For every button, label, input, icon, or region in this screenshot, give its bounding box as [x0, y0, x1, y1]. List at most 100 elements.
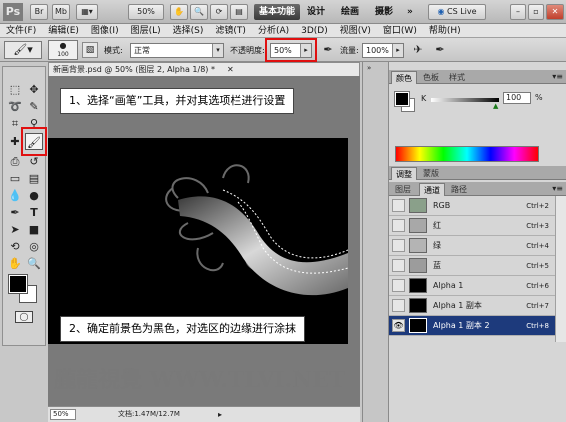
document-tab[interactable]: 新画背景.psd @ 50% (图层 2, Alpha 1/8) * ✕ [48, 62, 360, 76]
menu-analysis[interactable]: 分析(A) [252, 24, 295, 37]
type-tool-icon[interactable]: T [25, 204, 43, 221]
tool-preset-picker[interactable]: 🖌▾ [4, 41, 42, 59]
document-info[interactable]: 文档:1.47M/12.7M [118, 408, 180, 421]
clone-stamp-tool-icon[interactable]: ⎙ [6, 153, 24, 170]
channel-row-green[interactable]: 绿 Ctrl+4 [389, 236, 555, 256]
blur-tool-icon[interactable]: 💧 [6, 187, 24, 204]
menu-select[interactable]: 选择(S) [167, 24, 210, 37]
channel-row-alpha1-copy2[interactable]: 👁 Alpha 1 副本 2 Ctrl+8 [389, 316, 555, 336]
move-tool-icon[interactable]: ✥ [25, 81, 43, 98]
canvas[interactable] [48, 138, 348, 344]
menu-window[interactable]: 窗口(W) [377, 24, 423, 37]
tab-color[interactable]: 颜色 [391, 71, 417, 84]
shape-tool-icon[interactable]: ■ [25, 221, 43, 238]
visibility-toggle[interactable] [392, 259, 405, 272]
k-unit: % [535, 93, 543, 102]
blend-mode-select[interactable]: 正常 ▾ [130, 43, 224, 58]
menu-file[interactable]: 文件(F) [0, 24, 42, 37]
channel-name: Alpha 1 副本 2 [433, 321, 490, 330]
brush-panel-toggle-icon[interactable]: ▧ [82, 42, 98, 58]
tab-channels[interactable]: 通道 [419, 183, 445, 196]
k-slider-handle-icon[interactable]: ▲ [493, 102, 498, 110]
history-brush-tool-icon[interactable]: ↺ [25, 153, 43, 170]
marquee-tool-icon[interactable]: ⬚ [6, 81, 24, 98]
tab-layers[interactable]: 图层 [391, 183, 415, 196]
menu-image[interactable]: 图像(I) [85, 24, 125, 37]
color-spectrum-ramp[interactable] [395, 146, 539, 162]
bridge-button[interactable]: Br [30, 4, 48, 20]
channel-row-rgb[interactable]: RGB Ctrl+2 [389, 196, 555, 216]
k-slider[interactable] [431, 98, 499, 102]
cs-live-label: CS Live [446, 7, 477, 16]
eraser-tool-icon[interactable]: ▭ [6, 170, 24, 187]
close-document-icon[interactable]: ✕ [227, 63, 234, 77]
close-button[interactable]: ✕ [546, 4, 564, 20]
flow-slider-arrow-icon[interactable]: ▸ [392, 44, 403, 57]
tab-swatches[interactable]: 色板 [419, 71, 443, 84]
menu-layer[interactable]: 图层(L) [125, 24, 167, 37]
menu-view[interactable]: 视图(V) [334, 24, 377, 37]
visibility-toggle[interactable] [392, 299, 405, 312]
channel-row-alpha1[interactable]: Alpha 1 Ctrl+6 [389, 276, 555, 296]
hand-tool-icon[interactable]: ✋ [6, 255, 24, 272]
arrange-documents-button[interactable]: ▤ [230, 4, 248, 20]
minibridge-button[interactable]: Mb [52, 4, 70, 20]
quick-mask-icon[interactable]: ◯ [15, 311, 33, 323]
visibility-eye-icon[interactable]: 👁 [392, 319, 405, 332]
gradient-tool-icon[interactable]: ▤ [25, 170, 43, 187]
menu-help[interactable]: 帮助(H) [423, 24, 467, 37]
tab-masks[interactable]: 蒙版 [419, 167, 443, 180]
tablet-pressure-opacity-icon[interactable]: ✒ [320, 42, 336, 58]
rotate-view-icon[interactable]: ⟳ [210, 4, 228, 20]
flow-field[interactable]: 100% ▸ [362, 43, 404, 58]
3d-rotate-tool-icon[interactable]: ⟲ [6, 238, 24, 255]
3d-orbit-tool-icon[interactable]: ◎ [25, 238, 43, 255]
visibility-toggle[interactable] [392, 279, 405, 292]
panel-menu-icon[interactable]: ▾≡ [552, 72, 563, 81]
mode-label: 模式: [104, 46, 123, 55]
quick-selection-tool-icon[interactable]: ✎ [25, 98, 43, 115]
menu-3d[interactable]: 3D(D) [295, 24, 334, 37]
workspace-photography[interactable]: 摄影 [370, 4, 398, 20]
hand-tool-icon[interactable]: ✋ [170, 4, 188, 20]
workspace-more[interactable]: » [402, 4, 418, 20]
workspace-painting[interactable]: 绘画 [336, 4, 364, 20]
channel-row-blue[interactable]: 蓝 Ctrl+5 [389, 256, 555, 276]
dodge-tool-icon[interactable]: ● [25, 187, 43, 204]
workspace-essentials[interactable]: 基本功能 [254, 4, 301, 20]
visibility-toggle[interactable] [392, 219, 405, 232]
foreground-color-swatch[interactable] [8, 274, 28, 294]
status-menu-arrow-icon[interactable]: ▸ [218, 408, 222, 421]
brush-preset-picker[interactable]: ● 100 [48, 40, 78, 60]
tab-paths[interactable]: 路径 [447, 183, 471, 196]
menu-filter[interactable]: 滤镜(T) [209, 24, 252, 37]
workspace-design[interactable]: 设计 [302, 4, 330, 20]
channel-thumbnail [409, 198, 427, 213]
panel-strip-collapse-icon[interactable]: » [367, 64, 371, 72]
k-value-field[interactable]: 100 [503, 92, 531, 104]
zoom-level-select[interactable]: 50% [128, 4, 164, 20]
channel-row-red[interactable]: 红 Ctrl+3 [389, 216, 555, 236]
lasso-tool-icon[interactable]: ➰ [6, 98, 24, 115]
toolbox: ⬚ ✥ ➰ ✎ ⌗ ⚲ ✚ 🖌 ⎙ ↺ ▭ ▤ 💧 ● ✒ T ➤ ■ ⟲ ◎ … [2, 66, 47, 346]
cs-live-button[interactable]: ◉ CS Live [428, 4, 486, 20]
channels-menu-icon[interactable]: ▾≡ [552, 184, 563, 193]
tab-styles[interactable]: 样式 [445, 71, 469, 84]
channels-scrollbar[interactable] [555, 196, 566, 342]
zoom-tool-icon[interactable]: 🔍 [190, 4, 208, 20]
channel-row-alpha1-copy[interactable]: Alpha 1 副本 Ctrl+7 [389, 296, 555, 316]
status-zoom-field[interactable]: 50% [50, 409, 76, 420]
visibility-toggle[interactable] [392, 239, 405, 252]
menu-edit[interactable]: 编辑(E) [42, 24, 85, 37]
tab-adjustments[interactable]: 调整 [391, 167, 417, 180]
tablet-pressure-size-icon[interactable]: ✒ [432, 42, 448, 58]
color-foreground-swatch[interactable] [394, 91, 410, 107]
pen-tool-icon[interactable]: ✒ [6, 204, 24, 221]
restore-button[interactable]: ▫ [528, 4, 544, 20]
zoom-tool-icon[interactable]: 🔍 [25, 255, 43, 272]
airbrush-icon[interactable]: ✈ [410, 42, 426, 58]
visibility-toggle[interactable] [392, 199, 405, 212]
path-selection-tool-icon[interactable]: ➤ [6, 221, 24, 238]
view-extras-button[interactable]: ▦▾ [76, 4, 98, 20]
minimize-button[interactable]: – [510, 4, 526, 20]
